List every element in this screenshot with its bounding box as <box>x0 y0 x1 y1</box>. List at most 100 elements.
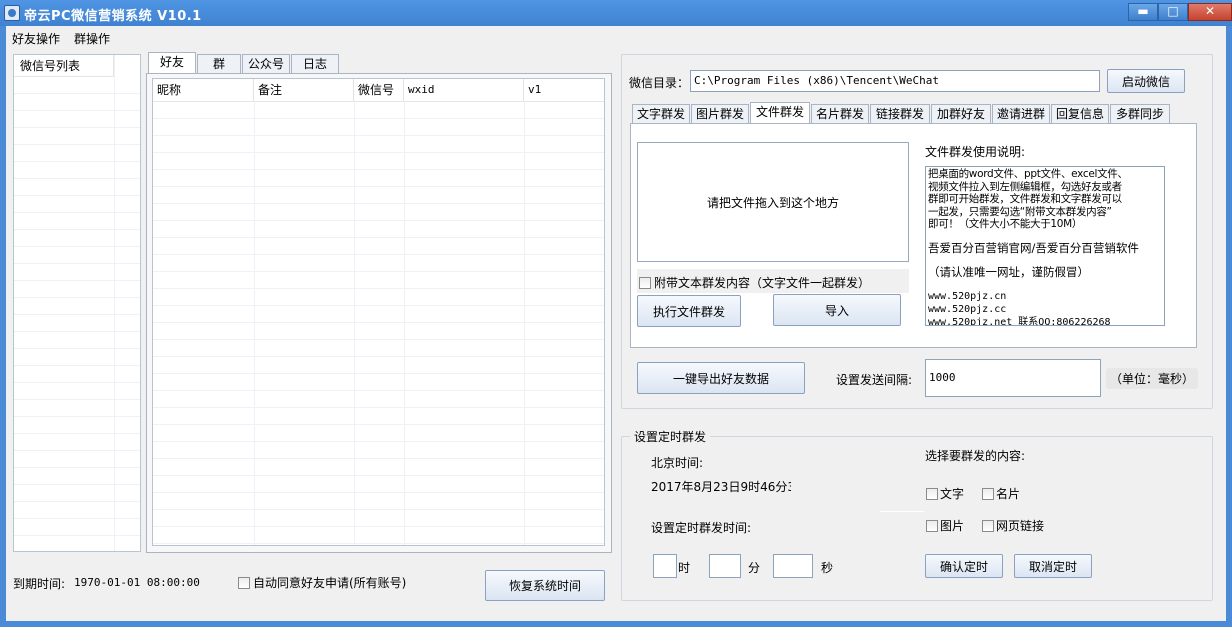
table-row <box>14 451 140 468</box>
table-row <box>153 493 604 510</box>
hour-label: 时 <box>678 561 691 575</box>
table-row <box>14 349 140 366</box>
table-row <box>153 374 604 391</box>
table-row <box>153 323 604 340</box>
help-line: 把桌面的word文件、ppt文件、excel文件、 <box>928 168 1128 180</box>
table-row <box>14 94 140 111</box>
tab-file-broadcast[interactable]: 文件群发 <box>750 102 810 124</box>
account-list[interactable]: 微信号列表 <box>13 54 141 552</box>
table-row <box>14 519 140 536</box>
interval-input[interactable]: 1000 <box>925 359 1101 397</box>
tab-add-group-friends[interactable]: 加群好友 <box>931 104 991 124</box>
table-row <box>153 170 604 187</box>
opt-image-check-box[interactable] <box>926 519 938 532</box>
table-row <box>14 128 140 145</box>
table-row <box>153 255 604 272</box>
opt-image-checkbox[interactable]: 图片 <box>926 517 964 534</box>
tab-card-broadcast[interactable]: 名片群发 <box>811 104 869 124</box>
opt-card-check-box[interactable] <box>982 487 994 500</box>
tab-text-broadcast[interactable]: 文字群发 <box>632 104 690 124</box>
help-url: www.520pjz.net 联系QQ:806226268 <box>928 316 1111 326</box>
table-row <box>14 213 140 230</box>
table-row <box>14 298 140 315</box>
interval-unit: （单位：毫秒） <box>1106 368 1199 389</box>
account-list-header[interactable]: 微信号列表 <box>14 55 114 77</box>
tab-log[interactable]: 日志 <box>291 54 339 74</box>
menu-group-ops[interactable]: 群操作 <box>74 30 110 47</box>
help-textbox[interactable]: 把桌面的word文件、ppt文件、excel文件、 视频文件拉入到左侧编辑框，勾… <box>925 166 1165 326</box>
launch-wechat-button[interactable]: 启动微信 <box>1107 69 1185 93</box>
table-row <box>153 527 604 544</box>
second-input[interactable] <box>773 554 813 578</box>
col-wechat-id[interactable]: 微信号 <box>354 79 404 101</box>
attach-text-checkbox[interactable]: 附带文本群发内容（文字文件一起群发） <box>639 274 870 291</box>
tab-link-broadcast[interactable]: 链接群发 <box>870 104 930 124</box>
table-row <box>153 510 604 527</box>
export-friends-button[interactable]: 一键导出好友数据 <box>637 362 805 394</box>
menu-friend-ops[interactable]: 好友操作 <box>12 30 60 47</box>
friend-table[interactable]: 昵称 备注 微信号 wxid v1 <box>152 78 605 546</box>
confirm-timer-button[interactable]: 确认定时 <box>925 554 1003 578</box>
opt-link-checkbox[interactable]: 网页链接 <box>982 517 1044 534</box>
close-button[interactable]: ✕ <box>1188 3 1232 21</box>
minute-input[interactable] <box>709 554 741 578</box>
execute-file-broadcast-button[interactable]: 执行文件群发 <box>637 295 741 327</box>
auto-accept-checkbox[interactable]: 自动同意好友申请(所有账号) <box>238 574 406 591</box>
table-row <box>153 119 604 136</box>
minimize-button[interactable]: ▬ <box>1128 3 1158 21</box>
opt-text-checkbox[interactable]: 文字 <box>926 485 964 502</box>
table-row <box>14 366 140 383</box>
tab-multi-group-sync[interactable]: 多群同步 <box>1110 104 1170 124</box>
beijing-time-label: 北京时间: <box>651 456 704 470</box>
help-line: 群即可开始群发，文件群发和文字群发可以 <box>928 193 1122 205</box>
table-row <box>153 221 604 238</box>
maximize-button[interactable]: □ <box>1158 3 1188 21</box>
opt-card-checkbox[interactable]: 名片 <box>982 485 1020 502</box>
table-row <box>14 400 140 417</box>
separator-line <box>880 511 924 512</box>
restore-time-button[interactable]: 恢复系统时间 <box>485 570 605 601</box>
second-label: 秒 <box>821 561 834 575</box>
import-button[interactable]: 导入 <box>773 294 901 326</box>
col-wxid[interactable]: wxid <box>404 79 524 101</box>
interval-label: 设置发送间隔: <box>836 373 913 387</box>
tab-friends[interactable]: 好友 <box>148 52 196 74</box>
tab-groups[interactable]: 群 <box>197 54 241 74</box>
tab-invite-to-group[interactable]: 邀请进群 <box>992 104 1050 124</box>
table-row <box>14 247 140 264</box>
expiry-value: 1970-01-01 08:00:00 <box>74 576 200 589</box>
opt-card-label: 名片 <box>996 487 1021 501</box>
table-row <box>14 179 140 196</box>
table-row <box>153 408 604 425</box>
tab-image-broadcast[interactable]: 图片群发 <box>691 104 749 124</box>
help-url: www.520pjz.cn <box>928 290 1007 302</box>
column-divider <box>254 102 255 545</box>
col-remark[interactable]: 备注 <box>254 79 354 101</box>
opt-link-check-box[interactable] <box>982 519 994 532</box>
table-row <box>14 264 140 281</box>
tab-official-accounts[interactable]: 公众号 <box>242 54 290 74</box>
table-row <box>14 196 140 213</box>
col-nickname[interactable]: 昵称 <box>153 79 254 101</box>
table-row <box>153 238 604 255</box>
col-v1[interactable]: v1 <box>524 79 604 101</box>
table-row <box>14 468 140 485</box>
table-row <box>14 485 140 502</box>
column-divider <box>354 102 355 545</box>
auto-accept-check-box[interactable] <box>238 576 250 589</box>
opt-link-label: 网页链接 <box>996 519 1045 533</box>
opt-text-check-box[interactable] <box>926 487 938 500</box>
table-row <box>153 340 604 357</box>
table-row <box>153 102 604 119</box>
table-row <box>14 77 140 94</box>
attach-text-check-box[interactable] <box>639 276 651 289</box>
cancel-timer-button[interactable]: 取消定时 <box>1014 554 1092 578</box>
tab-reply-message[interactable]: 回复信息 <box>1051 104 1109 124</box>
friend-rows <box>153 102 604 545</box>
hour-input[interactable] <box>653 554 677 578</box>
file-drop-area[interactable]: 请把文件拖入到这个地方 <box>637 142 909 262</box>
help-title: 文件群发使用说明: <box>925 145 1026 159</box>
table-row <box>153 425 604 442</box>
wechat-dir-input[interactable]: C:\Program Files (x86)\Tencent\WeChat <box>690 70 1100 92</box>
table-row <box>153 153 604 170</box>
